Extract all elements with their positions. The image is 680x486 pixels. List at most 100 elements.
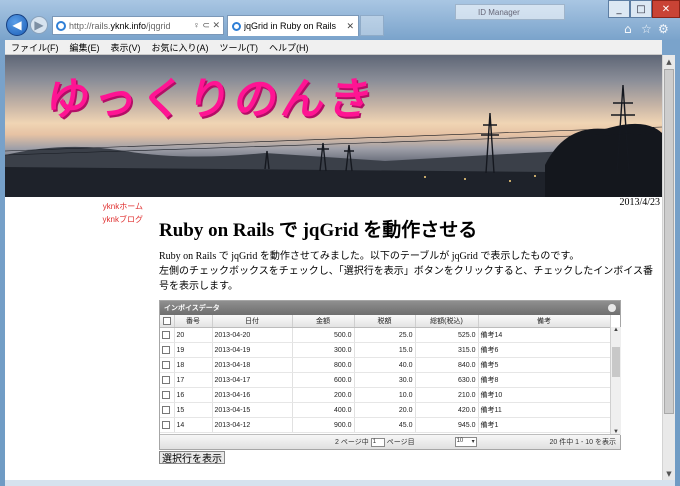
menu-edit[interactable]: 編集(E) xyxy=(70,41,100,54)
grid-scrollbar[interactable]: ▲ ▼ xyxy=(610,327,621,435)
row-checkbox[interactable] xyxy=(162,406,170,414)
close-tab-icon[interactable]: ✕ xyxy=(346,21,354,32)
column-header-date[interactable]: 日付 xyxy=(212,315,293,328)
tab-jqgrid[interactable]: jqGrid in Ruby on Rails ✕ xyxy=(227,15,359,36)
back-button[interactable]: ◀ xyxy=(6,14,28,36)
cell-id: 17 xyxy=(174,372,213,388)
cell-tax: 25.0 xyxy=(354,328,416,343)
column-header-id[interactable]: 番号 xyxy=(174,315,213,328)
row-checkbox-cell xyxy=(160,402,175,418)
forward-button[interactable]: ▶ xyxy=(30,16,48,34)
cell-date: 2013-04-15 xyxy=(212,402,293,418)
row-checkbox[interactable] xyxy=(162,421,170,429)
scroll-up-icon[interactable]: ▲ xyxy=(663,55,675,68)
grid-header: 番号 日付 金額 税額 総額(税込) 備考 xyxy=(160,315,611,328)
cell-total: 840.0 xyxy=(415,357,479,373)
cell-amount: 900.0 xyxy=(292,417,355,433)
pager-page-prefix: 2 ページ中 xyxy=(335,439,369,446)
row-checkbox[interactable] xyxy=(162,376,170,384)
cell-date: 2013-04-19 xyxy=(212,342,293,358)
row-checkbox-cell xyxy=(160,417,175,433)
new-tab-button[interactable] xyxy=(360,15,384,36)
cell-amount: 400.0 xyxy=(292,402,355,418)
select-all-cell xyxy=(160,315,175,328)
cell-id: 14 xyxy=(174,417,213,433)
grid-rows: 20 2013-04-20 500.0 25.0 525.0 備考14 19 2013-04-… xyxy=(160,328,611,433)
cell-amount: 600.0 xyxy=(292,372,355,388)
ie-logo-icon xyxy=(56,20,66,31)
cell-tax: 10.0 xyxy=(354,387,416,403)
favorites-star-icon[interactable]: ☆ xyxy=(641,22,652,36)
select-all-checkbox[interactable] xyxy=(162,317,171,325)
row-checkbox[interactable] xyxy=(162,346,170,354)
address-url[interactable]: http://rails.yknk.info/jqgrid xyxy=(69,21,193,31)
column-header-note[interactable]: 備考 xyxy=(478,315,611,328)
page-title: Ruby on Rails で jqGrid を動作させる xyxy=(159,220,478,241)
page-scrollbar[interactable]: ▲ ▼ xyxy=(662,55,675,480)
description-line-2: 左側のチェックボックスをチェックし、「選択行を表示」ボタンをクリックすると、チェ… xyxy=(159,266,653,292)
menu-favorites[interactable]: お気に入り(A) xyxy=(152,41,209,54)
menu-bar: ファイル(F) 編集(E) 表示(V) お気に入り(A) ツール(T) ヘルプ(… xyxy=(5,40,662,55)
cell-note: 備考8 xyxy=(478,372,611,388)
table-row[interactable]: 14 2013-04-12 900.0 45.0 945.0 備考1 xyxy=(160,417,611,433)
header-banner: ゆっくりのんき xyxy=(5,55,662,197)
maximize-button[interactable]: □ xyxy=(630,0,652,18)
cell-id: 16 xyxy=(174,387,213,403)
cell-note: 備考5 xyxy=(478,357,611,373)
table-row[interactable]: 19 2013-04-19 300.0 15.0 315.0 備考6 xyxy=(160,342,611,358)
collapse-toggle-icon[interactable] xyxy=(608,304,616,312)
cell-tax: 45.0 xyxy=(354,417,416,433)
sidebar-link-home[interactable]: yknkホーム xyxy=(5,201,143,212)
status-bar xyxy=(5,480,675,486)
site-logo[interactable]: ゆっくりのんき xyxy=(43,63,381,127)
sidebar-link-blog[interactable]: yknkブログ xyxy=(5,214,143,225)
column-header-tax[interactable]: 税額 xyxy=(354,315,416,328)
grid-caption-text: インボイスデータ xyxy=(164,305,220,312)
table-row[interactable]: 17 2013-04-17 600.0 30.0 630.0 備考8 xyxy=(160,372,611,388)
cell-id: 15 xyxy=(174,402,213,418)
row-checkbox[interactable] xyxy=(162,391,170,399)
cell-total: 525.0 xyxy=(415,328,479,343)
page-scroll-thumb[interactable] xyxy=(664,69,674,414)
row-checkbox[interactable] xyxy=(162,361,170,369)
pager-page-input[interactable]: 1 xyxy=(370,437,385,447)
close-window-button[interactable]: ✕ xyxy=(652,0,680,18)
menu-view[interactable]: 表示(V) xyxy=(111,41,141,54)
cell-note: 備考11 xyxy=(478,402,611,418)
menu-help[interactable]: ヘルプ(H) xyxy=(269,41,309,54)
column-header-amount[interactable]: 金額 xyxy=(292,315,355,328)
table-row[interactable]: 16 2013-04-16 200.0 10.0 210.0 備考10 xyxy=(160,387,611,403)
cell-note: 備考6 xyxy=(478,342,611,358)
table-row[interactable]: 15 2013-04-15 400.0 20.0 420.0 備考11 xyxy=(160,402,611,418)
menu-file[interactable]: ファイル(F) xyxy=(11,41,59,54)
column-header-total[interactable]: 総額(税込) xyxy=(415,315,479,328)
cell-total: 630.0 xyxy=(415,372,479,388)
address-bar[interactable]: http://rails.yknk.info/jqgrid ♀ ⊂ ✕ xyxy=(52,16,224,35)
post-date: 2013/4/23 xyxy=(619,197,660,208)
cell-date: 2013-04-17 xyxy=(212,372,293,388)
address-controls[interactable]: ♀ ⊂ ✕ xyxy=(193,20,220,31)
cell-note: 備考14 xyxy=(478,328,611,343)
cell-tax: 15.0 xyxy=(354,342,416,358)
row-checkbox-cell xyxy=(160,387,175,403)
cell-total: 315.0 xyxy=(415,342,479,358)
pager-page-suffix: ページ目 xyxy=(386,439,415,446)
invoice-grid: インボイスデータ 番号 日付 金額 税額 総額(税込) 備考 20 2013-0… xyxy=(159,300,621,450)
cell-note: 備考1 xyxy=(478,417,611,433)
minimize-button[interactable]: _ xyxy=(608,0,630,18)
grid-body: 20 2013-04-20 500.0 25.0 525.0 備考14 19 2013-04-… xyxy=(160,328,620,437)
scroll-up-icon[interactable]: ▲ xyxy=(611,327,621,333)
row-checkbox[interactable] xyxy=(162,331,170,339)
menu-tools[interactable]: ツール(T) xyxy=(220,41,259,54)
gear-icon[interactable]: ⚙ xyxy=(658,22,669,36)
table-row[interactable]: 20 2013-04-20 500.0 25.0 525.0 備考14 xyxy=(160,328,611,343)
table-row[interactable]: 18 2013-04-18 800.0 40.0 840.0 備考5 xyxy=(160,357,611,373)
rows-per-page-select[interactable]: 10 ▾ xyxy=(454,437,477,447)
grid-scroll-thumb[interactable] xyxy=(612,347,620,377)
show-selected-button[interactable]: 選択行を表示 xyxy=(159,451,225,465)
row-checkbox-cell xyxy=(160,328,175,343)
scroll-down-icon[interactable]: ▼ xyxy=(663,467,675,480)
home-icon[interactable]: ⌂ xyxy=(624,22,632,36)
row-checkbox-cell xyxy=(160,357,175,373)
row-checkbox-cell xyxy=(160,342,175,358)
